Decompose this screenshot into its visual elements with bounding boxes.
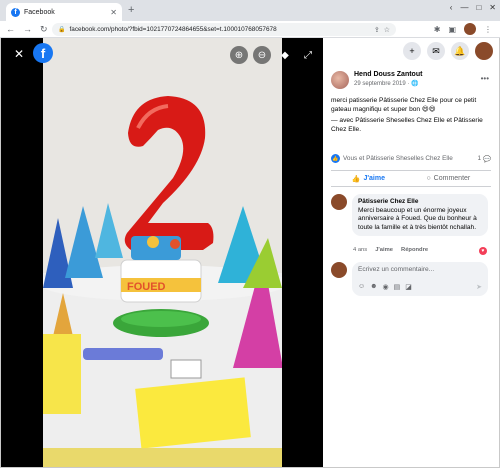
- zoom-in-icon[interactable]: ⊕: [230, 46, 248, 64]
- reload-icon[interactable]: ↻: [40, 24, 48, 35]
- comment-like-button[interactable]: J'aime: [375, 247, 393, 255]
- comment-age[interactable]: 4 ans: [353, 247, 367, 255]
- post-header: Hend Douss Zantout 29 septembre 2019 · 🌐: [331, 71, 491, 89]
- page-link[interactable]: Pâtisserie Chez Elle: [379, 97, 438, 104]
- notifications-bell-icon[interactable]: 🔔: [451, 42, 469, 60]
- camera-icon[interactable]: ◉: [383, 283, 389, 291]
- comment-meta: 4 ans J'aime Répondre ♥: [353, 247, 487, 255]
- like-reaction-icon: 👍: [331, 154, 340, 163]
- author-avatar[interactable]: [331, 71, 349, 89]
- post-actions: 👍 J'aime ○ Commenter: [331, 170, 491, 187]
- tag-icon[interactable]: ◆: [276, 46, 294, 64]
- back-icon[interactable]: ←: [6, 24, 15, 34]
- user-avatar[interactable]: [331, 262, 347, 278]
- comment-reply-button[interactable]: Répondre: [401, 247, 428, 255]
- lock-icon: 🔒: [58, 27, 66, 33]
- tagged-page-link[interactable]: Pâtisserie Sheselles Chez Elle: [355, 117, 444, 124]
- sidepanel-icon[interactable]: ▣: [448, 25, 456, 34]
- post-date[interactable]: 29 septembre 2019 · 🌐: [354, 80, 422, 87]
- commenter-name[interactable]: Pâtisserie Chez Elle: [358, 198, 482, 205]
- comment-count[interactable]: 1 💬: [477, 155, 491, 163]
- post-author[interactable]: Hend Douss Zantout: [354, 71, 422, 78]
- comment-bubble-icon: 💬: [483, 155, 491, 163]
- tab-title: Facebook: [24, 8, 55, 16]
- svg-text:FOUED: FOUED: [127, 281, 166, 293]
- comment-button[interactable]: ○ Commenter: [426, 175, 470, 182]
- send-icon[interactable]: ➤: [476, 283, 482, 291]
- create-plus-icon[interactable]: +: [403, 42, 421, 60]
- zoom-out-icon[interactable]: ⊖: [253, 46, 271, 64]
- like-button[interactable]: 👍 J'aime: [352, 175, 385, 183]
- avatar-sticker-icon[interactable]: ☺: [358, 283, 365, 291]
- comment-input[interactable]: [358, 266, 484, 273]
- commenter-avatar[interactable]: [331, 194, 347, 210]
- header-icons: + ✉ 🔔: [403, 42, 493, 60]
- messenger-icon[interactable]: ✉: [427, 42, 445, 60]
- comment-bubble: Pâtisserie Chez Elle Merci beaucoup et u…: [352, 194, 488, 237]
- toolbar-right: ✱ ▣ ⋮: [434, 23, 492, 35]
- write-comment: ☺ ☻ ◉ ▤ ◪ ➤: [331, 262, 493, 296]
- heart-reaction-icon: ♥: [479, 247, 487, 255]
- reactions-row[interactable]: 👍 Vous et Pâtisserie Sheselles Chez Elle…: [331, 154, 491, 163]
- facebook-favicon-icon: f: [11, 7, 20, 17]
- sticker-icon[interactable]: ◪: [405, 283, 412, 291]
- address-bar[interactable]: 🔒 facebook.com/photo/?fbid=1021770724864…: [52, 23, 396, 36]
- birthday-cake-photo: FOUED: [43, 38, 282, 467]
- reactions-text[interactable]: Vous et Pâtisserie Sheselles Chez Elle: [343, 155, 453, 162]
- profile-avatar[interactable]: [464, 23, 476, 35]
- emoji-icon[interactable]: ☻: [370, 283, 377, 291]
- extensions-icon[interactable]: ✱: [434, 25, 441, 34]
- tab-bar: f Facebook ✕ + ‹ — □ ✕: [0, 0, 500, 21]
- toolbar: ← → ↻ 🔒 facebook.com/photo/?fbid=1021770…: [0, 21, 500, 38]
- comment-tools: ☺ ☻ ◉ ▤ ◪: [358, 283, 412, 291]
- photo-viewer: FOUED ✕ f ⊕ ⊖ ◆ ⤢: [1, 38, 323, 467]
- close-tab-icon[interactable]: ✕: [110, 8, 117, 17]
- post-text: merci patisserie Pâtisserie Chez Elle po…: [331, 97, 483, 133]
- comment-icon: ○: [426, 175, 431, 182]
- minimize-button[interactable]: —: [460, 3, 468, 12]
- tab-facebook[interactable]: f Facebook ✕: [6, 3, 122, 21]
- more-options-icon[interactable]: •••: [481, 74, 489, 83]
- share-icon[interactable]: ⇪: [374, 26, 380, 34]
- window-controls: ‹ — □ ✕: [450, 3, 496, 12]
- tab-search-icon[interactable]: ‹: [450, 3, 453, 12]
- forward-icon[interactable]: →: [23, 24, 32, 34]
- close-viewer-button[interactable]: ✕: [10, 45, 28, 63]
- url-text[interactable]: facebook.com/photo/?fbid=102177072486465…: [69, 26, 369, 33]
- close-window-button[interactable]: ✕: [489, 3, 496, 12]
- comment-text: Merci beaucoup et un énorme joyeux anniv…: [358, 207, 477, 231]
- gif-icon[interactable]: ▤: [394, 283, 401, 291]
- new-tab-button[interactable]: +: [128, 4, 134, 16]
- account-avatar[interactable]: [475, 42, 493, 60]
- comment-item: Pâtisserie Chez Elle Merci beaucoup et u…: [331, 194, 493, 237]
- bookmark-star-icon[interactable]: ☆: [384, 26, 390, 34]
- globe-icon: 🌐: [411, 81, 419, 87]
- menu-icon[interactable]: ⋮: [484, 25, 492, 34]
- maximize-button[interactable]: □: [476, 3, 481, 12]
- photo[interactable]: FOUED: [43, 38, 282, 467]
- facebook-logo-icon[interactable]: f: [33, 43, 53, 63]
- post-panel: + ✉ 🔔 Hend Douss Zantout 29 septembre 20…: [323, 38, 499, 467]
- fullscreen-icon[interactable]: ⤢: [299, 46, 317, 64]
- comment-field[interactable]: ☺ ☻ ◉ ▤ ◪ ➤: [352, 262, 488, 296]
- thumbs-up-icon: 👍: [351, 175, 361, 183]
